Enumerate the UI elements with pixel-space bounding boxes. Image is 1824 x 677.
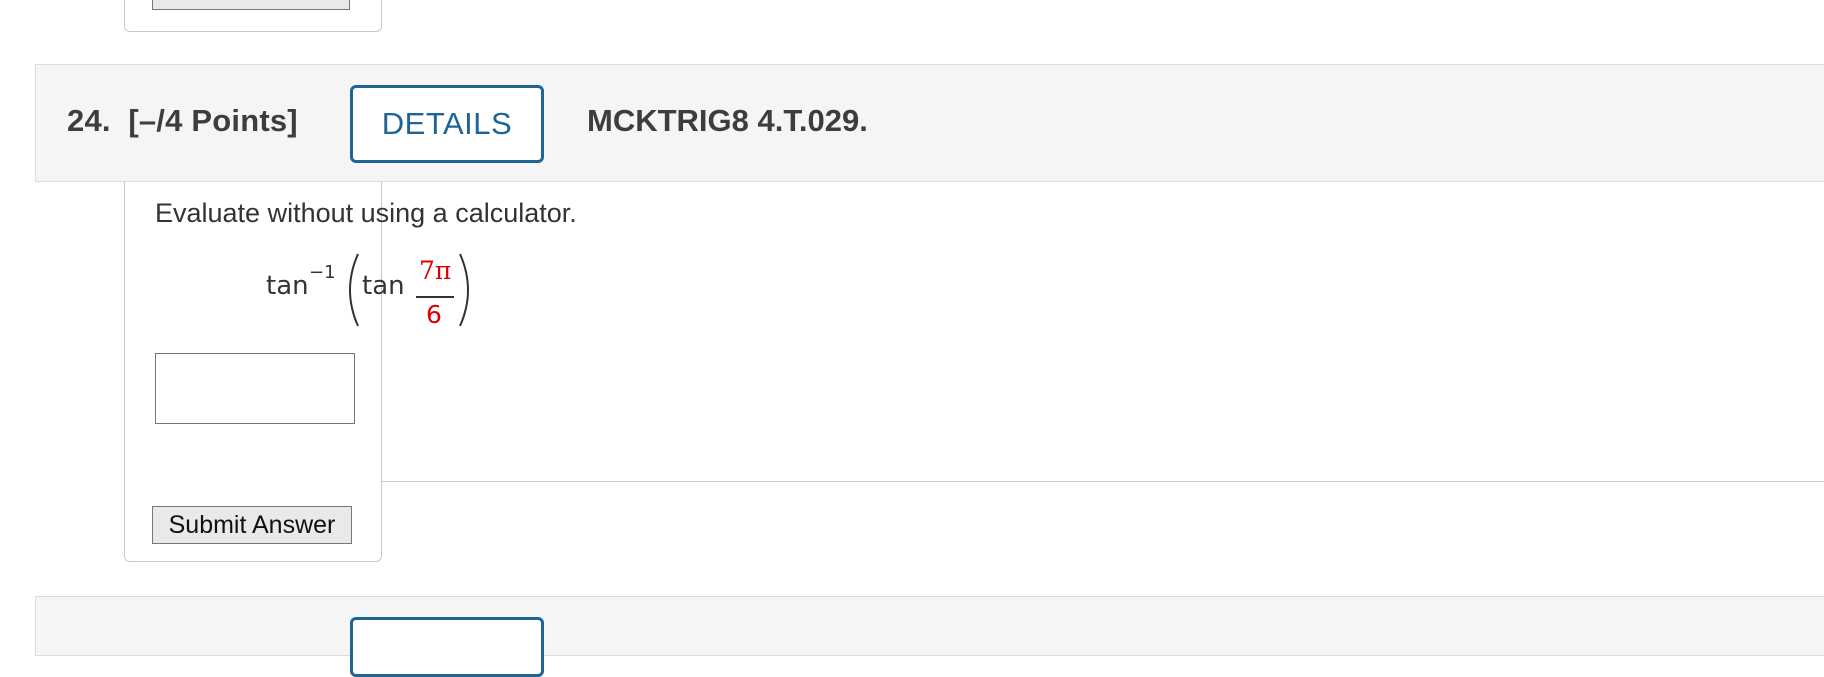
right-paren — [459, 253, 469, 327]
question-header: 24. [–/4 Points] DETAILS MCKTRIG8 4.T.02… — [35, 64, 1824, 182]
submit-answer-button[interactable]: Submit Answer — [152, 506, 352, 544]
question-number: 24. — [67, 103, 111, 138]
question-divider — [381, 481, 1824, 482]
question-points: [–/4 Points] — [128, 103, 298, 138]
question-code: MCKTRIG8 4.T.029. — [587, 103, 868, 138]
fraction-bar — [416, 296, 454, 298]
left-paren — [349, 253, 359, 327]
math-expression: tan −1 tan 7π 6 — [266, 248, 486, 332]
next-question-header — [35, 596, 1824, 677]
answer-input[interactable] — [155, 353, 355, 424]
fraction-numerator: 7π — [419, 256, 452, 285]
outer-exponent: −1 — [309, 262, 336, 283]
details-label: DETAILS — [381, 106, 513, 141]
fraction-denominator: 6 — [426, 300, 442, 329]
details-button[interactable]: DETAILS — [350, 85, 544, 163]
question-prompt: Evaluate without using a calculator. — [155, 198, 577, 228]
previous-submit-button[interactable] — [152, 0, 350, 10]
inner-function: tan — [362, 271, 405, 301]
next-details-button[interactable] — [350, 617, 544, 677]
outer-function: tan — [266, 271, 309, 301]
question-number-points: 24. [–/4 Points] — [67, 103, 298, 139]
